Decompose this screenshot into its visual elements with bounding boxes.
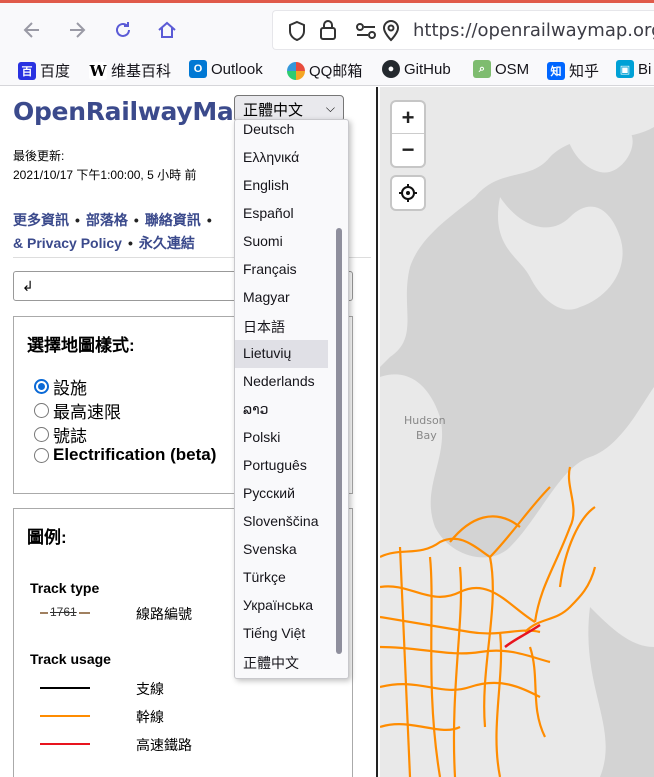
radio-unchecked[interactable] <box>34 403 49 418</box>
wikipedia-icon: W <box>89 61 107 80</box>
shield-icon[interactable] <box>287 20 307 42</box>
language-option[interactable]: 日本語 <box>235 312 328 340</box>
qqmail-icon <box>287 61 305 80</box>
url-bar[interactable]: https://openrailwaymap.org <box>272 10 654 50</box>
zoom-in-button[interactable]: + <box>392 102 424 134</box>
chevron-down-icon: ⌵ <box>325 101 335 115</box>
legend-line-highspeed <box>40 743 90 745</box>
legend-row-main: 幹線 <box>30 706 350 726</box>
home-button[interactable] <box>154 17 180 43</box>
bookmark-qqmail[interactable]: QQ邮箱 <box>287 60 362 81</box>
crosshair-icon <box>399 184 417 202</box>
legend-row-branch: 支線 <box>30 678 350 698</box>
bookmark-bilibili[interactable]: ▣ Bi <box>616 60 651 78</box>
link-contact[interactable]: 聯絡資訊 <box>145 212 201 228</box>
style-option-electrification[interactable]: Electrification (beta) <box>34 445 216 465</box>
home-icon <box>158 21 176 38</box>
link-permalink[interactable]: 永久連結 <box>139 235 195 251</box>
language-option[interactable]: Türkçe <box>235 564 328 592</box>
last-updated-value: 2021/10/17 下午1:00:00, 5 小時 前 <box>13 168 197 182</box>
locate-button[interactable] <box>392 177 424 209</box>
locate-control <box>392 177 424 209</box>
legend-track-type-heading: Track type <box>30 580 100 596</box>
outlook-icon: O <box>189 60 207 78</box>
language-option[interactable]: ລາວ <box>235 396 328 424</box>
link-privacy[interactable]: & Privacy Policy <box>13 235 122 251</box>
language-option[interactable]: Polski <box>235 424 328 452</box>
style-option-signals[interactable]: 號誌 <box>34 422 87 447</box>
site-logo[interactable]: OpenRailwayMap <box>13 97 251 126</box>
style-option-maxspeed[interactable]: 最高速限 <box>34 398 121 423</box>
radio-unchecked[interactable] <box>34 427 49 442</box>
legend-line-branch <box>40 687 90 689</box>
github-icon: ● <box>382 60 400 78</box>
bookmark-github[interactable]: ● GitHub <box>382 60 451 78</box>
language-option[interactable]: Русский <box>235 480 328 508</box>
permissions-icon[interactable] <box>355 21 377 41</box>
language-option[interactable]: English <box>235 172 328 200</box>
hudson-bay-label: Hudson <box>404 414 446 427</box>
osm-icon: ⌕ <box>473 60 491 78</box>
language-option[interactable]: Slovenščina <box>235 508 328 536</box>
language-option[interactable]: Nederlands <box>235 368 328 396</box>
legend-track-number: 1761 <box>48 605 79 619</box>
legend-panel-title: 圖例: <box>27 528 67 547</box>
legend-line-main <box>40 715 90 717</box>
reload-icon <box>116 22 130 37</box>
link-blog[interactable]: 部落格 <box>86 212 128 228</box>
bilibili-icon: ▣ <box>616 60 634 78</box>
lock-icon[interactable] <box>319 19 337 41</box>
language-option[interactable]: Svenska <box>235 536 328 564</box>
bookmark-zhihu[interactable]: 知 知乎 <box>547 60 599 81</box>
arrow-left-icon <box>23 22 39 38</box>
language-option[interactable]: Português <box>235 452 328 480</box>
language-option[interactable]: 正體中文 <box>235 648 328 676</box>
forward-button[interactable] <box>64 17 90 43</box>
language-option[interactable]: Suomi <box>235 228 328 256</box>
arrow-right-icon <box>70 22 86 38</box>
bookmark-wikipedia[interactable]: W 维基百科 <box>89 60 171 81</box>
language-option[interactable]: Español <box>235 200 328 228</box>
zhihu-icon: 知 <box>547 61 565 80</box>
location-icon[interactable] <box>381 19 401 43</box>
bookmark-outlook[interactable]: O Outlook <box>189 60 263 78</box>
language-select[interactable]: 正體中文 ⌵ <box>234 95 344 122</box>
browser-toolbar: https://openrailwaymap.org <box>0 0 654 54</box>
bookmark-osm[interactable]: ⌕ OSM <box>473 60 529 78</box>
language-option[interactable]: Tiếng Việt <box>235 620 328 648</box>
last-updated-label: 最後更新: <box>13 149 65 163</box>
link-more-info[interactable]: 更多資訊 <box>13 212 69 228</box>
zoom-out-button[interactable]: − <box>392 134 424 166</box>
language-option[interactable]: Lietuvių <box>235 340 328 368</box>
language-option[interactable]: Українська <box>235 592 328 620</box>
bookmark-baidu[interactable]: 百 百度 <box>18 60 70 81</box>
radio-unchecked[interactable] <box>34 447 49 463</box>
legend-row-highspeed: 高速鐵路 <box>30 734 350 754</box>
style-option-infrastructure[interactable]: 設施 <box>34 374 87 399</box>
svg-text:Bay: Bay <box>416 429 437 442</box>
radio-checked[interactable] <box>34 379 49 394</box>
language-option[interactable]: Français <box>235 256 328 284</box>
zoom-control: + − <box>392 102 424 166</box>
bookmarks-bar: 百 百度 W 维基百科 O Outlook QQ邮箱 ● GitHub ⌕ OS… <box>0 54 654 86</box>
reload-button[interactable] <box>110 17 136 43</box>
style-panel-title: 選擇地圖樣式: <box>27 336 135 355</box>
language-option[interactable]: Deutsch <box>235 120 328 144</box>
url-text[interactable]: https://openrailwaymap.org <box>413 20 654 41</box>
legend-track-usage-heading: Track usage <box>30 651 111 667</box>
back-button[interactable] <box>19 17 45 43</box>
baidu-icon: 百 <box>18 61 36 80</box>
language-option[interactable]: Ελληνικά <box>235 144 328 172</box>
language-dropdown[interactable]: Deutsch Ελληνικά English Español Suomi França… <box>234 119 349 679</box>
language-option[interactable]: Magyar <box>235 284 328 312</box>
dropdown-scrollbar[interactable] <box>336 228 342 654</box>
